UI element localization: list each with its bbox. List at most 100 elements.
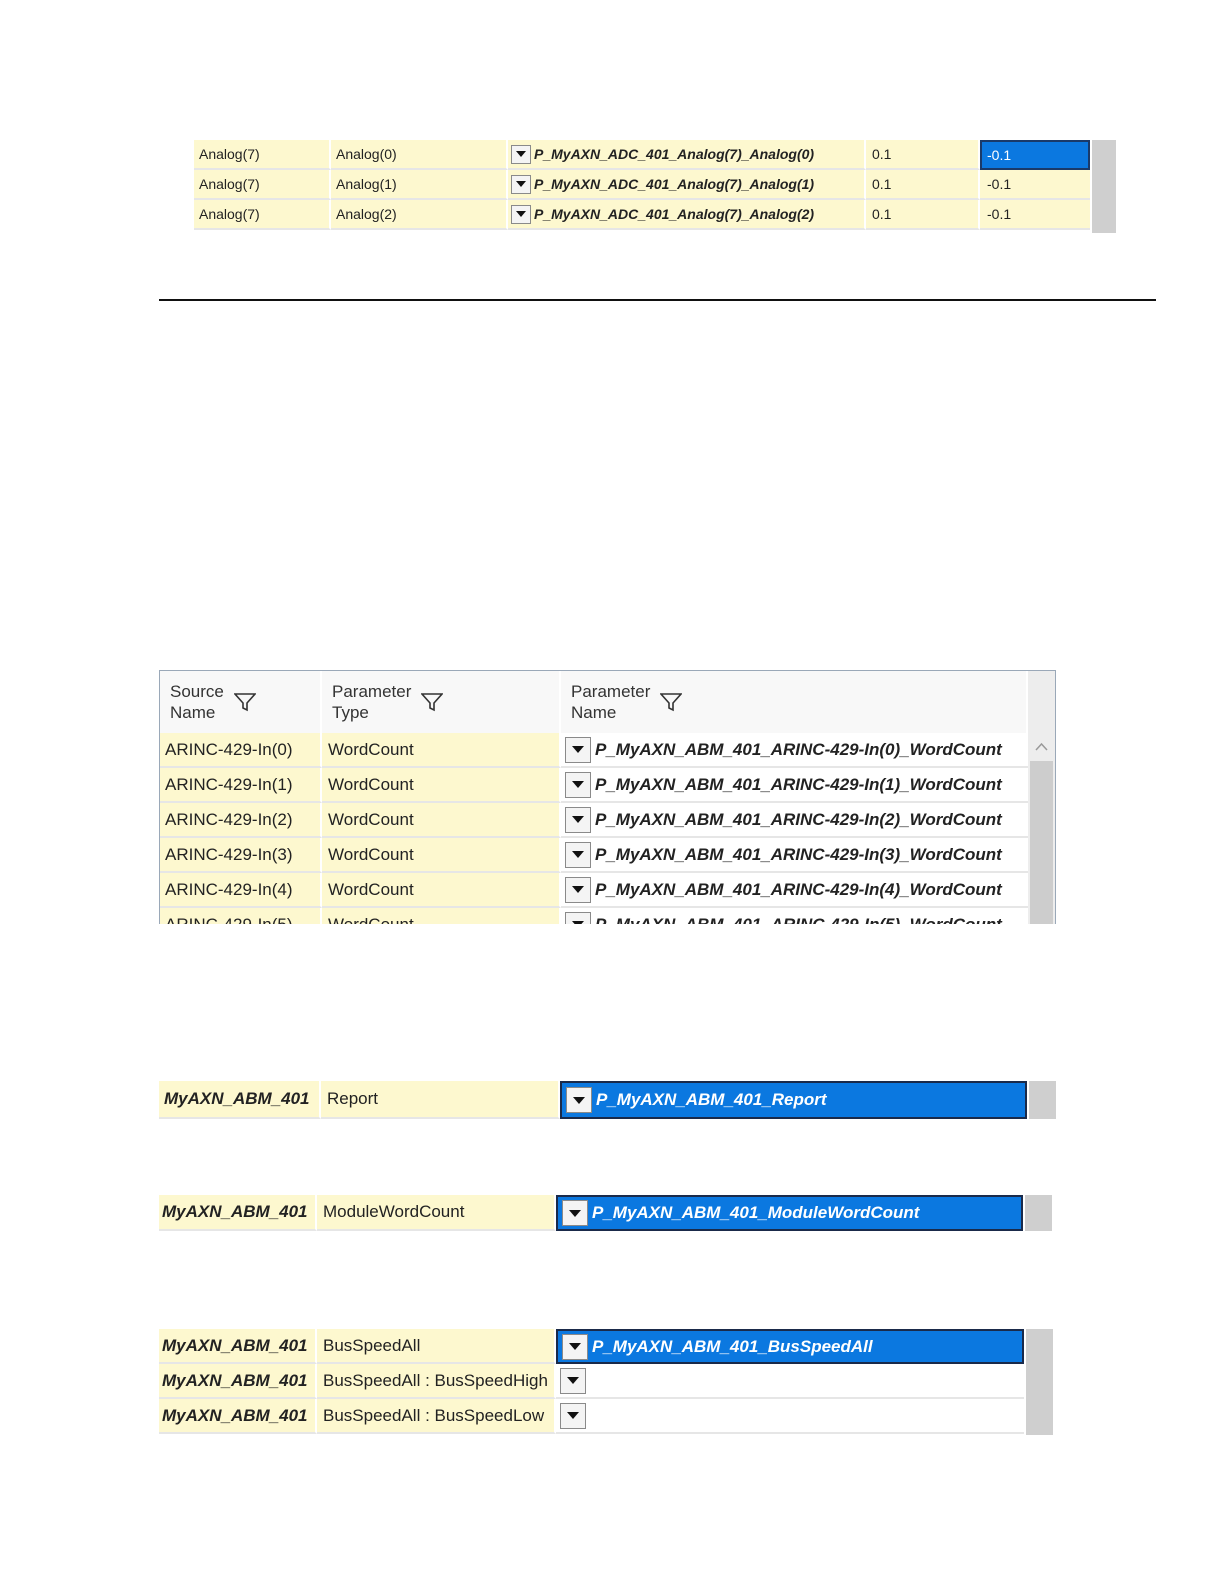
parameter-name-cell[interactable]: P_MyAXN_ABM_401_ARINC-429-In(3)_WordCoun… [561,838,1028,873]
chevron-down-icon [569,1343,581,1350]
dropdown-button[interactable] [565,911,591,924]
parameter-name-cell[interactable]: P_MyAXN_ADC_401_Analog(7)_Analog(0) [508,140,866,170]
table-row[interactable]: MyAXN_ABM_401 ModuleWordCount P_MyAXN_AB… [159,1195,1025,1231]
max-value-cell[interactable]: 0.1 [866,140,980,170]
dropdown-button[interactable] [565,771,591,798]
source-name-cell[interactable]: MyAXN_ABM_401 [159,1399,317,1434]
parameter-name-cell[interactable]: P_MyAXN_ABM_401_ARINC-429-In(5)_WordCoun… [561,908,1028,924]
parameter-type-cell[interactable]: Analog(0) [331,140,508,170]
dropdown-button[interactable] [566,1087,592,1113]
parameter-type-cell[interactable]: WordCount [322,908,561,924]
min-value-cell[interactable]: -0.1 [980,200,1090,230]
chevron-down-icon [572,746,584,753]
table-row[interactable]: Analog(7) Analog(2) P_MyAXN_ADC_401_Anal… [194,200,1092,230]
parameter-name-cell[interactable]: P_MyAXN_ABM_401_Report [560,1081,1027,1119]
table-row[interactable]: ARINC-429-In(1) WordCount P_MyAXN_ABM_40… [160,768,1028,803]
source-name-cell[interactable]: ARINC-429-In(3) [160,838,322,873]
source-name-cell[interactable]: Analog(7) [194,200,331,230]
table-row[interactable]: ARINC-429-In(0) WordCount P_MyAXN_ABM_40… [160,733,1028,768]
parameter-name-cell[interactable]: P_MyAXN_ABM_401_ModuleWordCount [556,1195,1023,1231]
parameter-name-cell[interactable]: P_MyAXN_ABM_401_ARINC-429-In(2)_WordCoun… [561,803,1028,838]
source-name-cell[interactable]: MyAXN_ABM_401 [159,1195,317,1231]
scrollbar-thumb[interactable] [1030,761,1053,924]
vertical-scrollbar[interactable] [1028,671,1055,924]
vertical-scrollbar[interactable] [1092,140,1116,233]
dropdown-button[interactable] [565,736,591,763]
filter-icon[interactable] [421,692,444,712]
source-name-cell[interactable]: ARINC-429-In(0) [160,733,322,768]
source-name-cell[interactable]: MyAXN_ABM_401 [159,1081,321,1119]
dropdown-button[interactable] [511,174,531,194]
parameter-name-cell[interactable]: P_MyAXN_ABM_401_ARINC-429-In(1)_WordCoun… [561,768,1028,803]
parameter-type-cell[interactable]: ModuleWordCount [317,1195,556,1231]
table-row[interactable]: MyAXN_ABM_401 BusSpeedAll : BusSpeedLow [159,1399,1026,1434]
table-row[interactable]: ARINC-429-In(5) WordCount P_MyAXN_ABM_40… [160,908,1028,924]
chevron-down-icon [572,921,584,924]
dropdown-button[interactable] [560,1402,586,1429]
parameter-name-cell[interactable]: P_MyAXN_ADC_401_Analog(7)_Analog(1) [508,170,866,200]
parameter-name-cell[interactable] [556,1399,1024,1434]
parameter-type-cell[interactable]: Analog(1) [331,170,508,200]
dropdown-button[interactable] [565,841,591,868]
filter-icon[interactable] [660,692,683,712]
source-name-cell[interactable]: Analog(7) [194,170,331,200]
vertical-scrollbar[interactable] [1029,1081,1056,1119]
chevron-down-icon [567,1412,579,1419]
min-value-cell[interactable]: -0.1 [980,170,1090,200]
parameter-name-cell[interactable]: P_MyAXN_ABM_401_ARINC-429-In(0)_WordCoun… [561,733,1028,768]
vertical-scrollbar[interactable] [1026,1329,1053,1435]
parameter-name-cell[interactable] [556,1364,1024,1399]
parameter-type-cell[interactable]: WordCount [322,838,561,873]
parameter-type-cell[interactable]: WordCount [322,873,561,908]
chevron-down-icon [569,1209,581,1217]
parameter-type-cell[interactable]: WordCount [322,733,561,768]
table-row[interactable]: Analog(7) Analog(1) P_MyAXN_ADC_401_Anal… [194,170,1092,200]
vertical-scrollbar[interactable] [1025,1195,1052,1231]
dropdown-button[interactable] [511,144,531,164]
dropdown-button[interactable] [562,1200,588,1226]
dropdown-button[interactable] [565,876,591,903]
parameter-type-cell[interactable]: BusSpeedAll [317,1329,556,1364]
table-row[interactable]: Analog(7) Analog(0) P_MyAXN_ADC_401_Anal… [194,140,1092,170]
parameter-name-cell[interactable]: P_MyAXN_ABM_401_ARINC-429-In(4)_WordCoun… [561,873,1028,908]
source-name-cell[interactable]: ARINC-429-In(4) [160,873,322,908]
table-row[interactable]: MyAXN_ABM_401 BusSpeedAll P_MyAXN_ABM_40… [159,1329,1026,1364]
parameter-type-cell[interactable]: Report [321,1081,560,1119]
source-name-cell[interactable]: MyAXN_ABM_401 [159,1364,317,1399]
source-name-cell[interactable]: MyAXN_ABM_401 [159,1329,317,1364]
table-row[interactable]: ARINC-429-In(4) WordCount P_MyAXN_ABM_40… [160,873,1028,908]
table-row[interactable]: ARINC-429-In(2) WordCount P_MyAXN_ABM_40… [160,803,1028,838]
max-value-cell[interactable]: 0.1 [866,170,980,200]
parameter-type-cell[interactable]: BusSpeedAll : BusSpeedHigh [317,1364,556,1399]
source-name-cell[interactable]: ARINC-429-In(1) [160,768,322,803]
table-row[interactable]: ARINC-429-In(3) WordCount P_MyAXN_ABM_40… [160,838,1028,873]
column-header-parameter-type[interactable]: Parameter Type [322,671,561,733]
chevron-down-icon [516,181,526,187]
column-header-parameter-name[interactable]: Parameter Name [561,671,1028,733]
chevron-down-icon [572,781,584,788]
dropdown-button[interactable] [511,204,531,224]
chevron-down-icon [573,1096,585,1104]
parameter-name-cell[interactable]: P_MyAXN_ABM_401_BusSpeedAll [556,1329,1024,1364]
chevron-down-icon [567,1377,579,1384]
max-value-cell[interactable]: 0.1 [866,200,980,230]
source-name-cell[interactable]: Analog(7) [194,140,331,170]
table-row[interactable]: MyAXN_ABM_401 BusSpeedAll : BusSpeedHigh [159,1364,1026,1399]
parameter-type-cell[interactable]: WordCount [322,803,561,838]
dropdown-button[interactable] [562,1333,588,1360]
parameter-name-cell[interactable]: P_MyAXN_ADC_401_Analog(7)_Analog(2) [508,200,866,230]
scroll-up-arrow-icon[interactable] [1028,737,1055,757]
parameter-type-cell[interactable]: Analog(2) [331,200,508,230]
parameter-type-cell[interactable]: WordCount [322,768,561,803]
source-name-cell[interactable]: ARINC-429-In(5) [160,908,322,924]
parameter-type-cell[interactable]: BusSpeedAll : BusSpeedLow [317,1399,556,1434]
filter-icon[interactable] [233,692,256,712]
column-header-source-name[interactable]: Source Name [160,671,322,733]
min-value-cell[interactable]: -0.1 [980,140,1090,170]
source-name-cell[interactable]: ARINC-429-In(2) [160,803,322,838]
chevron-down-icon [572,851,584,858]
report-parameter-grid: MyAXN_ABM_401 Report P_MyAXN_ABM_401_Rep… [159,1081,1056,1119]
dropdown-button[interactable] [560,1367,586,1394]
table-row[interactable]: MyAXN_ABM_401 Report P_MyAXN_ABM_401_Rep… [159,1081,1029,1119]
dropdown-button[interactable] [565,806,591,833]
